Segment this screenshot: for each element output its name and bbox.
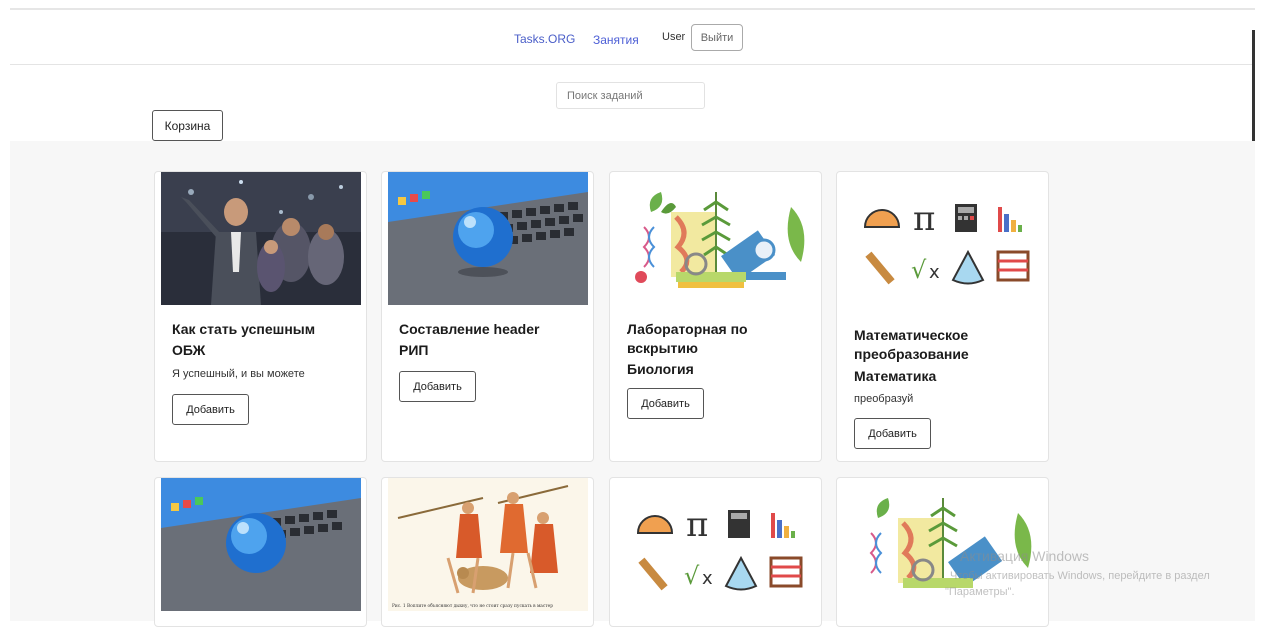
svg-text:π: π	[686, 505, 708, 545]
card-title: Математическое преобразование	[854, 327, 969, 362]
card-subject: РИП	[399, 342, 429, 358]
svg-text:x: x	[702, 568, 713, 589]
nav-link-lessons[interactable]: Занятия	[593, 33, 639, 47]
navbar: Tasks.ORG Занятия User Выйти	[10, 11, 1255, 65]
card-description: преобразуй	[854, 393, 914, 405]
windows-activation-text: "Параметры".	[945, 586, 1015, 598]
card-title: Составление header	[399, 321, 540, 337]
math-icons-illustration: π √ x	[843, 172, 1043, 305]
biology-lab-illustration	[616, 172, 816, 305]
username-label: User	[662, 31, 686, 43]
svg-text:x: x	[929, 262, 940, 283]
task-card	[154, 477, 367, 627]
card-image	[161, 172, 361, 305]
svg-text:π: π	[913, 199, 935, 239]
task-card: π √ x	[609, 477, 822, 627]
business-speaker-photo	[161, 172, 361, 305]
logout-button[interactable]: Выйти	[691, 24, 743, 51]
add-button[interactable]: Добавить	[627, 388, 704, 419]
card-subject: ОБЖ	[172, 342, 206, 358]
laptop-globe-photo	[388, 172, 588, 305]
brand-link[interactable]: Tasks.ORG	[514, 32, 575, 46]
card-image: π √ x	[616, 478, 816, 611]
task-card: π √ x Математическое преобразование Мате…	[836, 171, 1049, 462]
windows-activation-text: Чтобы активировать Windows, перейдите в …	[950, 570, 1210, 582]
svg-text:√: √	[911, 256, 927, 284]
image-caption: Рис. 1 Воплите объясняют дыхну, что не с…	[392, 604, 553, 609]
card-image	[161, 478, 361, 611]
add-button[interactable]: Добавить	[854, 418, 931, 449]
task-card: Рис. 1 Воплите объясняют дыхну, что не с…	[381, 477, 594, 627]
search-input[interactable]	[556, 82, 705, 109]
task-card: Как стать успешным ОБЖ Я успешный, и вы …	[154, 171, 367, 462]
task-card: Составление header РИП Добавить	[381, 171, 594, 462]
add-button[interactable]: Добавить	[172, 394, 249, 425]
top-border	[10, 8, 1255, 10]
task-card: Лабораторная по вскрытию Биология Добави…	[609, 171, 822, 462]
card-subject: Математика	[854, 368, 937, 384]
add-button[interactable]: Добавить	[399, 371, 476, 402]
card-subject: Биология	[627, 361, 694, 377]
cart-button[interactable]: Корзина	[152, 110, 223, 141]
laptop-globe-photo	[161, 478, 361, 611]
card-image: π √ x	[843, 172, 1043, 305]
math-icons-illustration: π √ x	[616, 478, 816, 611]
ancient-warriors-illustration: Рис. 1 Воплите объясняют дыхну, что не с…	[388, 478, 588, 611]
card-description: Я успешный, и вы можете	[172, 368, 305, 380]
card-title: Лабораторная по вскрытию	[627, 321, 748, 356]
card-image	[616, 172, 816, 305]
card-image	[388, 172, 588, 305]
card-image: Рис. 1 Воплите объясняют дыхну, что не с…	[388, 478, 588, 611]
card-title: Как стать успешным	[172, 321, 316, 337]
windows-activation-title: Активация Windows	[960, 548, 1090, 564]
svg-text:√: √	[684, 562, 700, 590]
